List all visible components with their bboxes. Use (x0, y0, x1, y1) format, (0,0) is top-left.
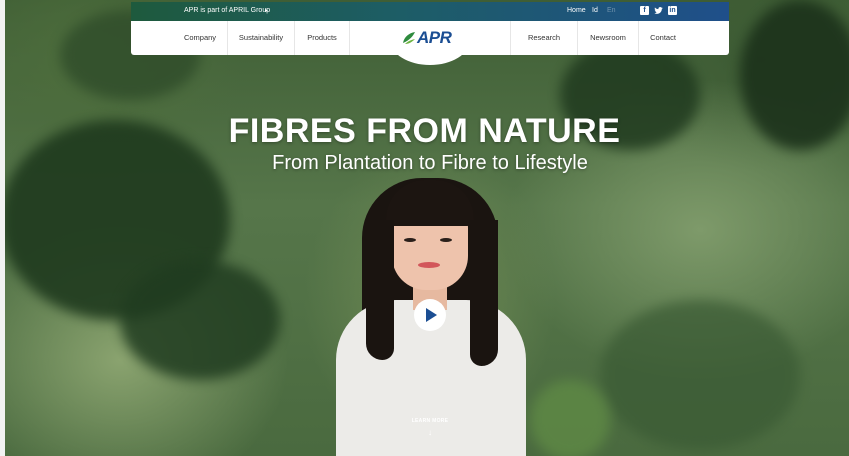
leaf-logo-icon (403, 32, 415, 44)
nav-sustainability[interactable]: Sustainability (228, 21, 294, 55)
main-navigation: Company Sustainability Products APR Rese… (131, 21, 729, 55)
twitter-icon[interactable] (654, 6, 663, 15)
language-id-link[interactable]: Id (592, 7, 598, 14)
hero-subheadline: From Plantation to Fibre to Lifestyle (272, 152, 588, 174)
nav-company[interactable]: Company (173, 21, 227, 55)
foreground-leaf (600, 300, 800, 450)
group-link[interactable]: APR is part of APRIL Group (184, 7, 270, 14)
nav-research[interactable]: Research (511, 21, 577, 55)
language-en-link[interactable]: En (607, 7, 616, 14)
logo-text: APR (417, 28, 452, 47)
nav-divider (349, 21, 350, 55)
facebook-icon[interactable]: f (640, 6, 649, 15)
play-video-button[interactable] (414, 299, 446, 331)
hero-headline: FIBRES FROM NATURE (228, 112, 621, 150)
learn-more-link[interactable]: LEARN MORE (380, 418, 480, 424)
apr-logo[interactable]: APR (402, 28, 462, 48)
arrow-down-icon[interactable]: ↓ (424, 428, 436, 437)
page-margin (0, 0, 5, 456)
caret-right-icon: ▸ (265, 8, 269, 14)
top-utility-bar: APR is part of APRIL Group ▸ Home Id En … (131, 2, 729, 21)
home-link[interactable]: Home (567, 7, 586, 14)
linkedin-icon[interactable]: in (668, 6, 677, 15)
nav-products[interactable]: Products (295, 21, 349, 55)
foreground-leaf (120, 260, 280, 380)
play-icon (426, 308, 437, 322)
nav-contact[interactable]: Contact (639, 21, 687, 55)
nav-newsroom[interactable]: Newsroom (578, 21, 638, 55)
foreground-leaf (530, 380, 610, 456)
